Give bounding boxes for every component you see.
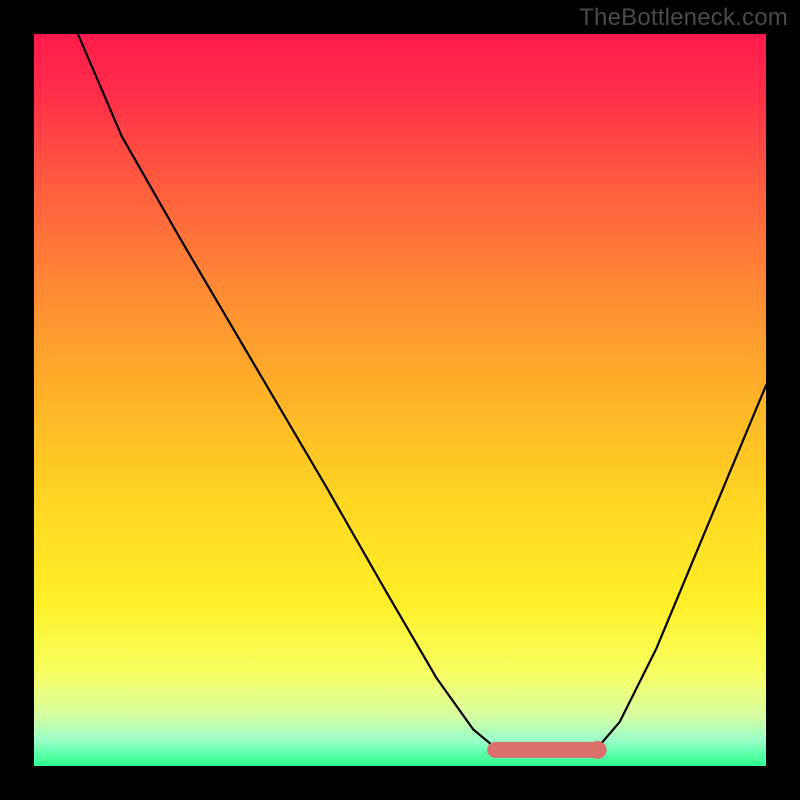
watermark-text: TheBottleneck.com: [579, 4, 788, 32]
plot-area: [34, 34, 766, 766]
bottleneck-chart: [34, 34, 766, 766]
gradient-background: [34, 34, 766, 766]
chart-container: TheBottleneck.com: [0, 0, 800, 800]
sweet-spot-dot: [589, 741, 607, 759]
